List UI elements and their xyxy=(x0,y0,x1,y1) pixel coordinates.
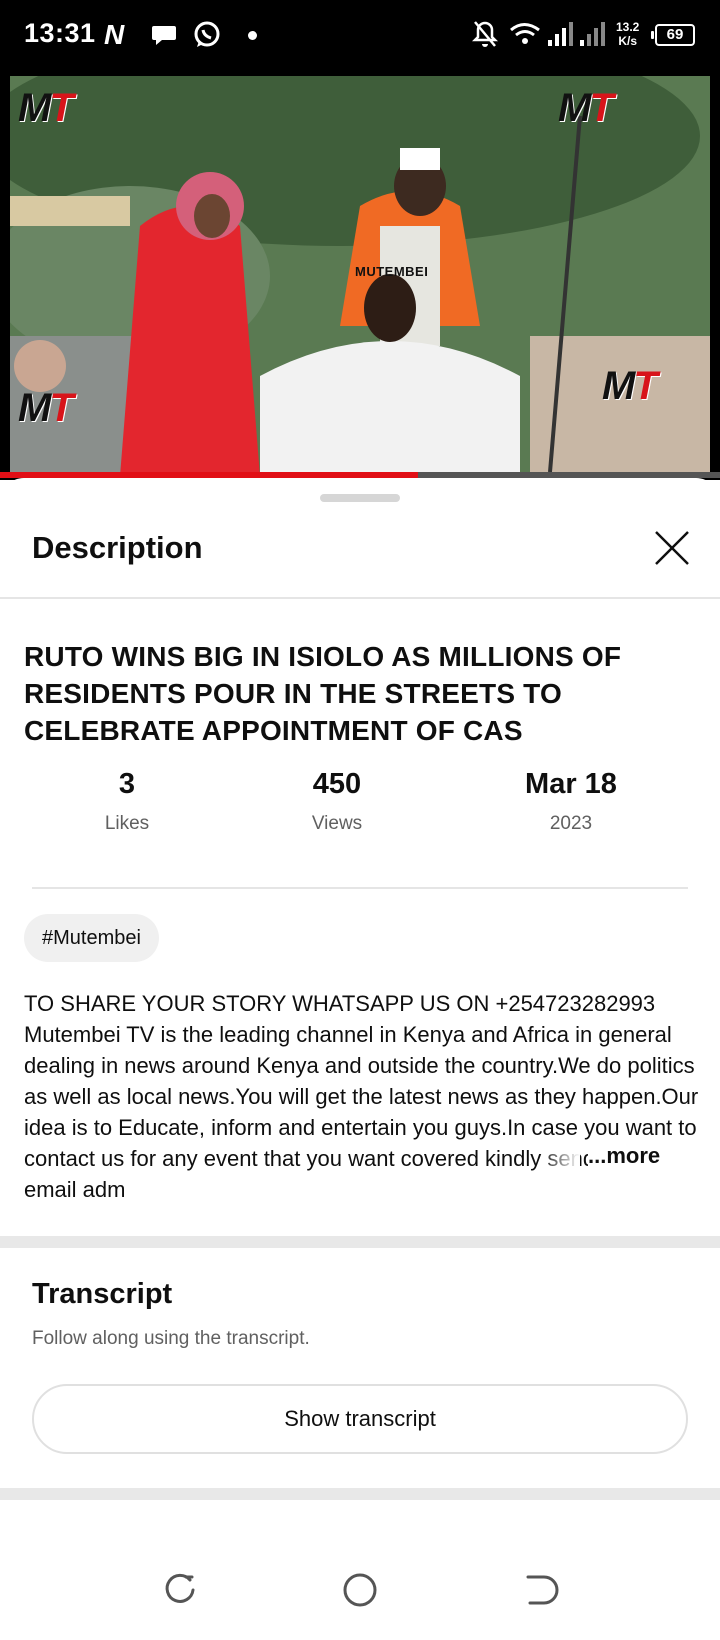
divider xyxy=(0,597,720,599)
likes-label: Likes xyxy=(104,813,150,834)
recents-icon xyxy=(165,1573,195,1603)
description-fade xyxy=(540,1140,580,1171)
signal-icon xyxy=(546,20,576,53)
video-title: RUTO WINS BIG IN ISIOLO AS MILLIONS OF R… xyxy=(24,641,622,746)
recents-button[interactable] xyxy=(156,1566,204,1614)
date-stat: Mar 18 2023 xyxy=(471,768,671,835)
section-separator xyxy=(0,1236,720,1248)
upload-year: 2023 xyxy=(549,813,593,834)
whatsapp-icon xyxy=(192,20,222,55)
video-player[interactable]: MT MT MT MT MUTEMBEI xyxy=(0,72,720,480)
section-separator xyxy=(0,1488,720,1500)
video-frame[interactable]: MT MT MT MT MUTEMBEI xyxy=(10,76,710,472)
channel-logo: MT xyxy=(602,364,658,408)
back-icon xyxy=(526,1575,559,1605)
views-label: Views xyxy=(311,813,363,834)
battery-indicator: 69 xyxy=(651,24,695,46)
likes-stat: 3 Likes xyxy=(27,768,227,835)
system-nav-bar xyxy=(0,1540,720,1640)
views-count: 450 xyxy=(312,768,362,800)
wifi-icon xyxy=(508,20,542,53)
channel-logo: MT xyxy=(18,86,74,130)
views-stat: 450 Views xyxy=(237,768,437,835)
video-stats: 3 Likes 450 Views Mar 18 2023 xyxy=(0,768,720,848)
channel-logo: MT xyxy=(558,86,614,130)
transcript-title: Transcript xyxy=(32,1278,173,1310)
n-app-icon: N xyxy=(104,19,125,50)
show-more-link[interactable]: ...more xyxy=(588,1140,661,1171)
drag-handle[interactable] xyxy=(320,494,400,502)
home-circle-icon xyxy=(343,1573,377,1607)
network-speed: 13.2 K/s xyxy=(616,20,639,48)
close-button[interactable] xyxy=(648,524,696,572)
status-bar: 13:31 N 13.2 K/s 69 xyxy=(0,0,720,72)
status-time: 13:31 xyxy=(24,18,96,48)
network-speed-value: 13.2 xyxy=(616,20,640,34)
back-button[interactable] xyxy=(516,1566,564,1614)
divider xyxy=(32,887,688,889)
chat-bubble-icon xyxy=(150,20,178,53)
channel-logo: MT xyxy=(18,386,74,430)
bell-off-icon xyxy=(471,20,499,53)
dot-icon xyxy=(248,31,257,40)
upload-date: Mar 18 xyxy=(525,768,617,800)
close-icon xyxy=(655,531,689,565)
home-button[interactable] xyxy=(336,1566,384,1614)
signal-icon xyxy=(578,20,608,53)
hashtag-chip[interactable]: #Mutembei xyxy=(24,914,159,962)
description-sheet: Description RUTO WINS BIG IN ISIOLO AS M… xyxy=(0,478,720,1640)
show-transcript-button[interactable]: Show transcript xyxy=(32,1384,688,1454)
likes-count: 3 xyxy=(118,768,136,800)
sheet-title: Description xyxy=(32,530,203,565)
transcript-subtitle: Follow along using the transcript. xyxy=(32,1328,310,1349)
network-speed-unit: K/s xyxy=(618,34,638,48)
video-watermark-text: MUTEMBEI xyxy=(355,264,429,279)
